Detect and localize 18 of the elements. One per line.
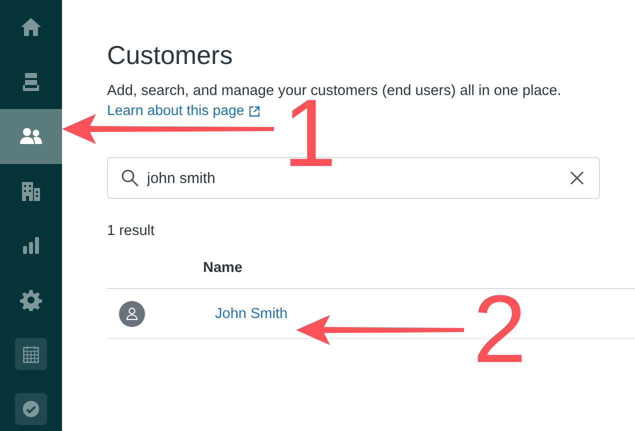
- search-icon: [121, 169, 139, 187]
- inbox-tray-icon[interactable]: [20, 70, 42, 93]
- close-icon[interactable]: [570, 171, 584, 185]
- check-badge-icon[interactable]: [21, 398, 41, 419]
- learn-link[interactable]: Learn about this page: [107, 103, 260, 119]
- column-header: Name: [203, 260, 242, 276]
- result-count: 1 result: [107, 223, 156, 239]
- settings-icon[interactable]: [20, 288, 42, 311]
- calendar-icon[interactable]: [21, 344, 41, 364]
- external-link-icon: [249, 106, 260, 116]
- annotation-number: 2: [473, 295, 526, 365]
- bar-chart-icon[interactable]: [20, 234, 42, 256]
- building-icon[interactable]: [20, 180, 42, 202]
- page-description: Add, search, and manage your customers (end users) all in one place.: [107, 82, 562, 100]
- page-title: Customers: [107, 39, 234, 72]
- home-icon[interactable]: [20, 16, 42, 38]
- customer-name-link[interactable]: John Smith: [215, 306, 288, 322]
- avatar-icon: [119, 300, 145, 326]
